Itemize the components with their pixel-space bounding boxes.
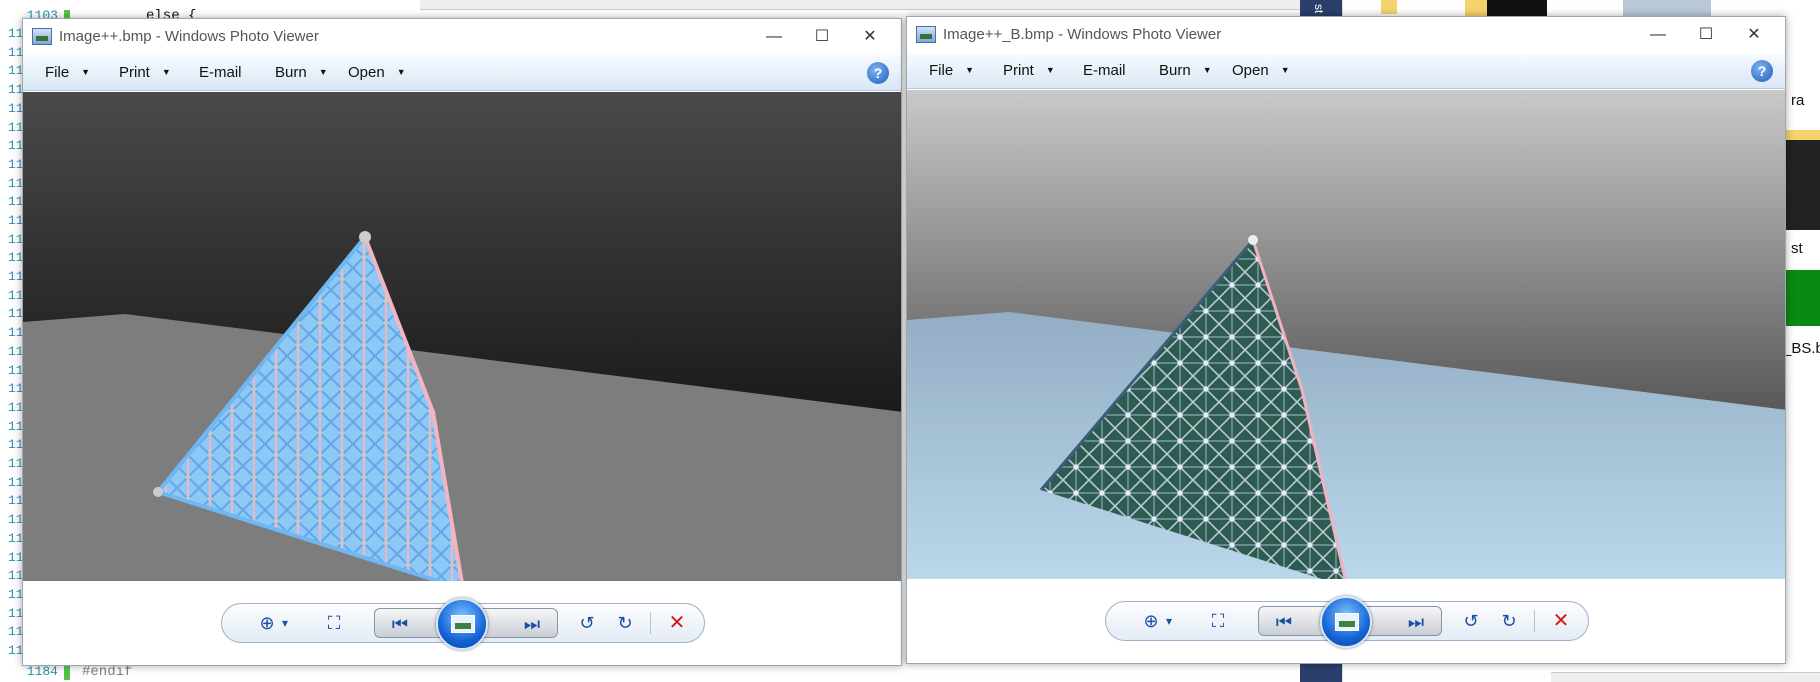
next-icon[interactable]: ⏭ (517, 605, 547, 643)
close-button[interactable]: ✕ (1731, 21, 1777, 49)
chevron-down-icon: ▼ (81, 67, 91, 77)
menu-email[interactable]: E-mail (199, 64, 242, 81)
rendered-image-a (23, 92, 901, 589)
delete-icon[interactable]: ✕ (662, 604, 692, 642)
rotate-clockwise-icon[interactable]: ↻ (1494, 602, 1524, 640)
file-label: _BS.b (1783, 340, 1820, 357)
photo-viewer-window-b[interactable]: Image++_B.bmp - Windows Photo Viewer — ☐… (906, 16, 1786, 664)
chevron-down-icon: ▼ (161, 67, 171, 77)
scrollbar[interactable] (1551, 672, 1820, 682)
actual-size-icon[interactable]: ⛶ (318, 604, 350, 642)
title-bar[interactable]: Image++_B.bmp - Windows Photo Viewer — ☐… (907, 17, 1785, 53)
slideshow-button[interactable] (1320, 596, 1372, 648)
menu-bar: File ▼ Print ▼ E-mail Burn ▼ Open ▼ ? (23, 55, 901, 91)
image-display[interactable] (23, 92, 901, 589)
image-thumbnail[interactable] (1781, 270, 1820, 326)
code-line-bottom: #endif (82, 664, 133, 680)
menu-email[interactable]: E-mail (1083, 62, 1126, 79)
rotate-counterclockwise-icon[interactable]: ↺ (572, 604, 602, 642)
help-icon[interactable]: ? (1751, 60, 1773, 82)
toolbar-separator (1534, 610, 1535, 632)
control-pill: ⊕ ▾ ⛶ ⏮ ⏭ ↺ ↻ ✕ (1105, 596, 1589, 648)
editor-tab-strip (420, 0, 1320, 10)
rotate-counterclockwise-icon[interactable]: ↺ (1456, 602, 1486, 640)
photo-viewer-window-a[interactable]: Image++.bmp - Windows Photo Viewer — ☐ ✕… (22, 18, 902, 666)
minimize-button[interactable]: — (1635, 21, 1681, 49)
photo-viewer-icon (32, 28, 52, 45)
menu-burn[interactable]: Burn ▼ (275, 64, 328, 81)
minimize-button[interactable]: — (751, 23, 797, 51)
window-title: Image++_B.bmp - Windows Photo Viewer (943, 26, 1222, 43)
maximize-button[interactable]: ☐ (799, 23, 845, 51)
folder-thumbnail[interactable] (1465, 0, 1487, 16)
menu-open[interactable]: Open ▼ (348, 64, 406, 81)
image-thumbnail[interactable] (1487, 0, 1547, 16)
menu-bar: File ▼ Print ▼ E-mail Burn ▼ Open ▼ ? (907, 53, 1785, 89)
playback-control-bar: ⊕ ▾ ⛶ ⏮ ⏭ ↺ ↻ ✕ (907, 579, 1785, 663)
menu-open[interactable]: Open ▼ (1232, 62, 1290, 79)
folder-thumbnail[interactable] (1381, 0, 1397, 14)
line-number-bottom: 1184 (26, 664, 58, 679)
rotate-clockwise-icon[interactable]: ↻ (610, 604, 640, 642)
chevron-down-icon: ▼ (965, 65, 975, 75)
rendered-image-b (907, 90, 1785, 587)
chevron-down-icon: ▼ (396, 67, 406, 77)
close-button[interactable]: ✕ (847, 23, 893, 51)
folder-thumbnail[interactable] (1781, 130, 1820, 140)
menu-print[interactable]: Print ▼ (119, 64, 171, 81)
file-label: st (1791, 240, 1803, 257)
previous-icon[interactable]: ⏮ (385, 605, 415, 643)
zoom-menu-chevron-icon[interactable]: ▾ (1162, 602, 1176, 640)
next-icon[interactable]: ⏭ (1401, 603, 1431, 641)
photo-viewer-icon (916, 26, 936, 43)
previous-icon[interactable]: ⏮ (1269, 603, 1299, 641)
chevron-down-icon: ▼ (318, 67, 328, 77)
chevron-down-icon: ▼ (1202, 65, 1212, 75)
title-bar[interactable]: Image++.bmp - Windows Photo Viewer — ☐ ✕ (23, 19, 901, 55)
image-thumbnail[interactable] (1781, 130, 1820, 230)
actual-size-icon[interactable]: ⛶ (1202, 602, 1234, 640)
slideshow-icon (451, 615, 475, 633)
toolbar-separator (650, 612, 651, 634)
chevron-down-icon: ▼ (1045, 65, 1055, 75)
chevron-down-icon: ▼ (1280, 65, 1290, 75)
slideshow-icon (1335, 613, 1359, 631)
playback-control-bar: ⊕ ▾ ⛶ ⏮ ⏭ ↺ ↻ ✕ (23, 581, 901, 665)
control-pill: ⊕ ▾ ⛶ ⏮ ⏭ ↺ ↻ ✕ (221, 598, 705, 650)
window-title: Image++.bmp - Windows Photo Viewer (59, 28, 319, 45)
image-display[interactable] (907, 90, 1785, 587)
file-label: ra (1791, 92, 1805, 109)
side-strip-text: st (1312, 4, 1326, 14)
delete-icon[interactable]: ✕ (1546, 602, 1576, 640)
menu-burn[interactable]: Burn ▼ (1159, 62, 1212, 79)
zoom-menu-chevron-icon[interactable]: ▾ (278, 604, 292, 642)
menu-print[interactable]: Print ▼ (1003, 62, 1055, 79)
menu-file[interactable]: File ▼ (45, 64, 90, 81)
maximize-button[interactable]: ☐ (1683, 21, 1729, 49)
menu-file[interactable]: File ▼ (929, 62, 974, 79)
help-icon[interactable]: ? (867, 62, 889, 84)
slideshow-button[interactable] (436, 598, 488, 650)
